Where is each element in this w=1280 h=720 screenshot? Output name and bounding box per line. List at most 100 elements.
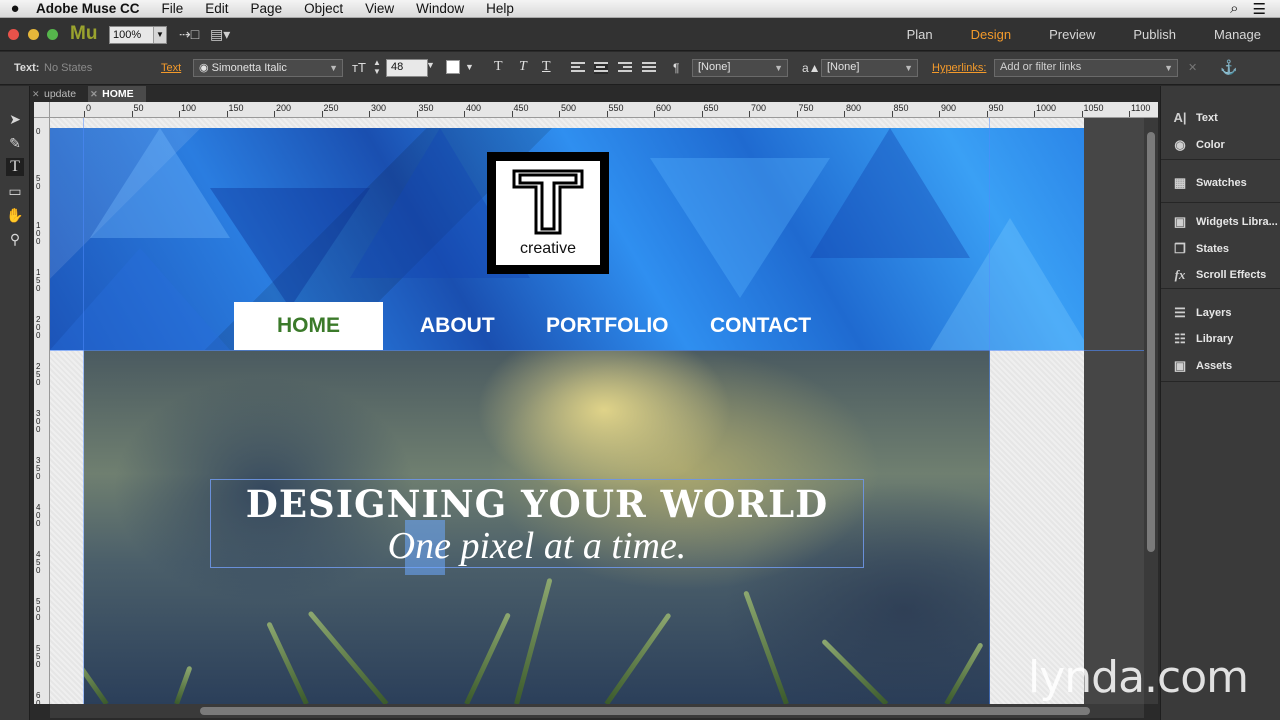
horizontal-scrollbar[interactable] <box>50 704 1144 718</box>
ruler-corner[interactable] <box>34 102 50 118</box>
font-size-input[interactable]: 48 <box>386 59 428 77</box>
chevron-down-icon: ▼ <box>774 63 783 73</box>
hyperlinks-label[interactable]: Hyperlinks: <box>932 62 986 74</box>
apple-icon[interactable]: ● <box>0 0 30 17</box>
nav-item-contact[interactable]: CONTACT <box>710 302 811 350</box>
horizontal-ruler[interactable]: 0 50 100 150 200 250 300 350 400 450 500 550 600 650 7… <box>50 102 1158 118</box>
mode-preview[interactable]: Preview <box>1030 18 1114 51</box>
font-size-dropdown-icon[interactable]: ▼ <box>426 60 435 70</box>
menu-app-name[interactable]: Adobe Muse CC <box>30 0 151 18</box>
character-style-select[interactable]: [None] ▼ <box>821 59 918 77</box>
text-color-swatch[interactable] <box>446 60 460 74</box>
rectangle-tool-icon[interactable]: ▭ <box>6 182 24 200</box>
zoom-level-select[interactable]: 100% ▼ <box>109 26 167 44</box>
anchor-icon[interactable]: ⚓ <box>1220 59 1237 76</box>
text-options-link[interactable]: Text <box>161 62 181 74</box>
zoom-tool-icon[interactable]: ⚲ <box>6 230 24 248</box>
nav-item-home[interactable]: HOME <box>234 302 383 350</box>
hand-tool-icon[interactable]: ✋ <box>6 206 24 224</box>
hyperlinks-input[interactable]: Add or filter links ▼ <box>994 59 1178 77</box>
mode-publish[interactable]: Publish <box>1114 18 1195 51</box>
menu-help[interactable]: Help <box>475 0 525 18</box>
nav-item-about[interactable]: ABOUT <box>420 302 495 350</box>
align-right-icon[interactable] <box>618 62 632 74</box>
panel-item-assets[interactable]: ▣ Assets <box>1161 356 1280 376</box>
spotlight-search-icon[interactable]: ⌕ <box>1230 0 1238 18</box>
states-select[interactable]: No States <box>44 62 92 74</box>
menu-page[interactable]: Page <box>240 0 294 18</box>
grass-decoration <box>266 621 309 704</box>
scroll-thumb[interactable] <box>1147 132 1155 552</box>
tab-label: update <box>44 88 77 100</box>
swatches-grid-icon: ▦ <box>1173 175 1187 190</box>
chevron-down-icon: ▼ <box>153 27 166 43</box>
zoom-window-button[interactable] <box>47 29 58 40</box>
close-icon[interactable]: ✕ <box>32 86 40 102</box>
selection-tool-icon[interactable]: ➤ <box>6 110 24 128</box>
align-center-icon[interactable] <box>594 62 608 74</box>
color-dropdown-icon[interactable]: ▼ <box>465 62 474 72</box>
paragraph-style-select[interactable]: [None] ▼ <box>692 59 788 77</box>
panel-group-swatches: ▦ Swatches <box>1161 161 1280 203</box>
underline-button[interactable]: T <box>542 59 551 75</box>
minimize-window-button[interactable] <box>28 29 39 40</box>
menu-edit[interactable]: Edit <box>194 0 239 18</box>
tab-update[interactable]: ✕ update <box>30 86 88 102</box>
mode-plan[interactable]: Plan <box>888 18 952 51</box>
panel-item-library[interactable]: ☷ Library <box>1161 329 1280 349</box>
place-file-icon[interactable]: ⇢□ <box>179 26 199 43</box>
grass-decoration <box>464 612 512 704</box>
panel-item-text[interactable]: A| Text <box>1161 108 1280 128</box>
page-layout-icon[interactable]: ▤▾ <box>210 26 230 43</box>
panel-item-color[interactable]: ◉ Color <box>1161 135 1280 155</box>
font-size-stepper[interactable]: ▲ ▼ <box>373 58 381 76</box>
mode-manage[interactable]: Manage <box>1195 18 1280 51</box>
design-canvas[interactable]: creative HOME ABOUT PORTFOLIO CONTACT DE… <box>50 118 1144 704</box>
panel-item-layers[interactable]: ☰ Layers <box>1161 303 1280 323</box>
selection-type-label: Text: <box>14 62 40 74</box>
site-header[interactable]: creative HOME ABOUT PORTFOLIO CONTACT <box>50 128 1084 350</box>
vertical-scrollbar[interactable] <box>1144 118 1158 704</box>
notification-list-icon[interactable]: ☰ <box>1253 0 1266 18</box>
header-triangle-decoration <box>210 188 370 308</box>
panel-item-states[interactable]: ❐ States <box>1161 239 1280 259</box>
align-justify-icon[interactable] <box>642 62 656 74</box>
zoom-level-value: 100% <box>113 29 142 41</box>
ruler-label: 450 <box>513 103 529 113</box>
text-tool-icon[interactable]: T <box>6 158 24 176</box>
font-family-select[interactable]: ◉ Simonetta Italic ▼ <box>193 59 343 77</box>
scroll-thumb[interactable] <box>200 707 1090 715</box>
chevron-down-icon: ▼ <box>329 63 338 73</box>
panels-dock: A| Text ◉ Color ▦ Swatches ▣ Widgets Libra..… <box>1160 86 1280 720</box>
vertical-ruler[interactable]: 0 50 100 150 200 250 300 350 400 450 500 550 600 <box>34 118 50 704</box>
ruler-tick <box>84 111 85 117</box>
bold-button[interactable]: T <box>494 59 503 75</box>
panel-item-swatches[interactable]: ▦ Swatches <box>1161 173 1280 193</box>
ruler-label: 850 <box>893 103 909 113</box>
site-logo[interactable]: creative <box>487 152 609 274</box>
panel-item-label: Swatches <box>1196 177 1247 189</box>
mode-design[interactable]: Design <box>952 18 1030 51</box>
menu-object[interactable]: Object <box>293 0 354 18</box>
close-window-button[interactable] <box>8 29 19 40</box>
panel-item-scroll-effects[interactable]: fx Scroll Effects <box>1161 265 1280 285</box>
hero-subline[interactable]: One pixel at a time. <box>211 524 863 568</box>
menu-file[interactable]: File <box>151 0 195 18</box>
nav-item-portfolio[interactable]: PORTFOLIO <box>546 302 669 350</box>
close-icon[interactable]: ✕ <box>90 86 98 102</box>
panel-group-layers: ☰ Layers ☷ Library ▣ Assets <box>1161 290 1280 382</box>
ruler-tick <box>749 111 750 117</box>
ruler-label: 0 <box>86 103 92 113</box>
panel-item-widgets-library[interactable]: ▣ Widgets Libra... <box>1161 212 1280 232</box>
hero-headline[interactable]: DESIGNING YOUR WORLD <box>211 482 863 526</box>
ruler-tick <box>986 111 988 117</box>
clear-link-icon[interactable]: ✕ <box>1188 61 1197 74</box>
align-left-icon[interactable] <box>571 62 585 74</box>
menu-view[interactable]: View <box>354 0 405 18</box>
menu-window[interactable]: Window <box>405 0 475 18</box>
tab-home[interactable]: ✕ HOME <box>88 86 146 102</box>
hero-text-frame[interactable]: DESIGNING YOUR WORLD One pixel at a time… <box>210 479 864 575</box>
italic-button[interactable]: T <box>519 59 527 75</box>
crop-tool-icon[interactable]: ✎ <box>6 134 24 152</box>
grass-decoration <box>604 612 672 704</box>
